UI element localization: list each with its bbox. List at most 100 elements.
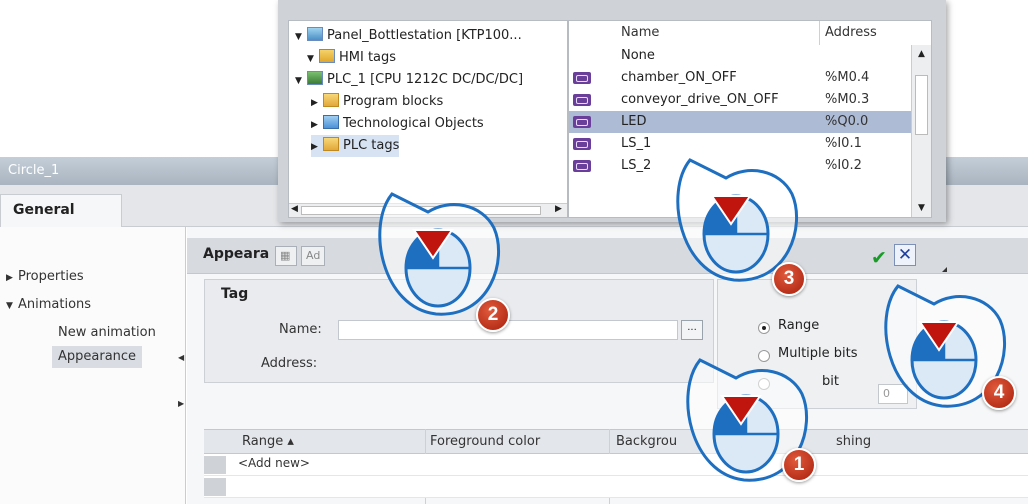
tag-address: %M0.3 <box>825 92 870 107</box>
tag-name: LED <box>621 114 647 129</box>
technology-folder-icon <box>323 115 339 129</box>
tree-node-hmi-tags[interactable]: ▼ HMI tags <box>307 47 396 69</box>
confirm-check-icon[interactable]: ✔ <box>871 247 887 269</box>
col-foreground-color[interactable]: Foreground color <box>430 434 540 449</box>
tree-label: Technological Objects <box>343 116 484 131</box>
tag-folder-icon <box>323 137 339 151</box>
collapse-arrow-icon[interactable]: ▼ <box>295 26 307 48</box>
tree-node-program-blocks[interactable]: ▶ Program blocks <box>311 91 443 113</box>
browse-button[interactable]: ... <box>681 320 703 340</box>
nav-item-animations[interactable]: ▼ Animations <box>6 294 91 316</box>
col-address[interactable]: Address <box>825 21 877 45</box>
tag-list-vertical-scrollbar[interactable]: ▲ ▼ <box>911 45 931 217</box>
step-number: 1 <box>782 448 816 482</box>
splitter-arrow-icon[interactable]: ▶ <box>178 399 184 408</box>
tree-label: Panel_Bottlestation [KTP100... <box>327 28 522 43</box>
plc-tag-icon <box>573 160 591 172</box>
plc-tag-icon <box>573 138 591 150</box>
nav-label: Properties <box>18 269 84 284</box>
tag-row-none[interactable]: None <box>569 45 911 67</box>
range-radio[interactable] <box>758 322 770 334</box>
step-4-mouse-click-callout: 4 <box>878 282 1018 422</box>
tag-group-title: Tag <box>221 286 249 302</box>
tree-node-technological-objects[interactable]: ▶ Technological Objects <box>311 113 484 135</box>
tree-node-panel[interactable]: ▼ Panel_Bottlestation [KTP100... <box>295 25 522 47</box>
range-label: Range <box>778 318 820 333</box>
scroll-left-icon[interactable]: ◀ <box>291 204 298 214</box>
tree-label: PLC tags <box>343 138 400 153</box>
scroll-right-icon[interactable]: ▶ <box>555 204 562 214</box>
step-2-mouse-click-callout: 2 <box>372 190 512 332</box>
nav-item-new-animation[interactable]: New animation <box>58 322 156 344</box>
col-flashing[interactable]: shing <box>836 434 871 449</box>
folder-icon <box>323 93 339 107</box>
add-button[interactable]: Ad <box>301 246 326 266</box>
tab-general[interactable]: General <box>0 194 122 227</box>
tag-name: LS_1 <box>621 136 652 151</box>
tag-name: chamber_ON_OFF <box>621 70 737 85</box>
project-tree: ▼ Panel_Bottlestation [KTP100... ▼ HMI tag… <box>288 20 568 218</box>
step-3-mouse-click-callout: 3 <box>670 156 810 296</box>
collapse-arrow-icon[interactable]: ▼ <box>6 295 18 317</box>
plc-tag-icon <box>573 94 591 106</box>
col-range[interactable]: Range ▴ <box>242 434 294 449</box>
table-row[interactable]: <Add new> <box>204 454 1028 476</box>
scroll-up-icon[interactable]: ▲ <box>918 49 925 59</box>
expand-arrow-icon[interactable]: ▶ <box>6 267 18 289</box>
nav-item-appearance[interactable]: Appearance <box>52 346 143 368</box>
cancel-x-icon[interactable]: ✕ <box>894 244 916 266</box>
splitter-arrow-icon[interactable]: ◀ <box>178 353 184 362</box>
tag-row[interactable]: chamber_ON_OFF %M0.4 <box>569 67 911 89</box>
tag-table-icon <box>319 49 335 63</box>
step-1-mouse-click-callout: 1 <box>680 356 820 496</box>
step-number: 2 <box>476 298 510 332</box>
expand-arrow-icon[interactable]: ▶ <box>311 136 323 158</box>
resize-corner-icon[interactable] <box>942 267 947 272</box>
tree-node-plc[interactable]: ▼ PLC_1 [CPU 1212C DC/DC/DC] <box>295 69 523 91</box>
address-label: Address: <box>261 356 318 371</box>
row-header <box>204 456 226 474</box>
tag-row[interactable]: conveyor_drive_ON_OFF %M0.3 <box>569 89 911 111</box>
scroll-thumb[interactable] <box>915 75 928 135</box>
nav-item-properties[interactable]: ▶ Properties <box>6 266 84 288</box>
expand-arrow-icon[interactable]: ▶ <box>311 114 323 136</box>
tree-label: HMI tags <box>339 50 397 65</box>
collapse-arrow-icon[interactable]: ▼ <box>295 70 307 92</box>
plc-device-icon <box>307 71 323 85</box>
step-number: 3 <box>772 262 806 296</box>
page-title: Appeara <box>203 246 270 262</box>
nav-label: Animations <box>18 297 92 312</box>
tag-row-selected[interactable]: LED %Q0.0 <box>569 111 911 133</box>
appearance-header: Appeara ▦ Ad ✔ ✕ <box>187 238 1028 274</box>
tree-node-plc-tags[interactable]: ▶ PLC tags <box>311 135 400 158</box>
collapse-arrow-icon[interactable]: ▼ <box>307 48 319 70</box>
column-divider <box>819 21 820 45</box>
hmi-device-icon <box>307 27 323 41</box>
tag-name: None <box>621 48 655 63</box>
tag-address: %I0.1 <box>825 136 862 151</box>
tree-label: Program blocks <box>343 94 444 109</box>
scroll-down-icon[interactable]: ▼ <box>918 203 925 213</box>
tag-selection-popup: ▼ Panel_Bottlestation [KTP100... ▼ HMI tag… <box>278 0 946 222</box>
inspector-nav: ▶ Properties ▼ Animations New animation Ap… <box>0 227 186 504</box>
col-background-color[interactable]: Backgrou <box>616 434 677 449</box>
add-new-row[interactable]: <Add new> <box>238 456 310 470</box>
tag-name: conveyor_drive_ON_OFF <box>621 92 779 107</box>
tag-row[interactable]: LS_1 %I0.1 <box>569 133 911 155</box>
tag-address: %I0.2 <box>825 158 862 173</box>
tree-label: PLC_1 [CPU 1212C DC/DC/DC] <box>327 72 524 87</box>
expand-arrow-icon[interactable]: ▶ <box>311 92 323 114</box>
name-label: Name: <box>279 322 322 337</box>
appearance-table: Range ▴ Foreground color Backgrou shing … <box>204 429 1028 504</box>
step-number: 4 <box>982 376 1016 410</box>
plc-tag-icon <box>573 72 591 84</box>
tree-view-icon[interactable]: ▦ <box>275 246 297 266</box>
tag-address: %M0.4 <box>825 70 870 85</box>
table-row[interactable] <box>204 476 1028 498</box>
row-header <box>204 478 226 496</box>
col-name[interactable]: Name <box>621 21 659 45</box>
table-header: Range ▴ Foreground color Backgrou shing <box>204 429 1028 454</box>
single-bit-label: bit <box>822 374 839 389</box>
tag-name: LS_2 <box>621 158 652 173</box>
tag-address: %Q0.0 <box>825 114 869 129</box>
